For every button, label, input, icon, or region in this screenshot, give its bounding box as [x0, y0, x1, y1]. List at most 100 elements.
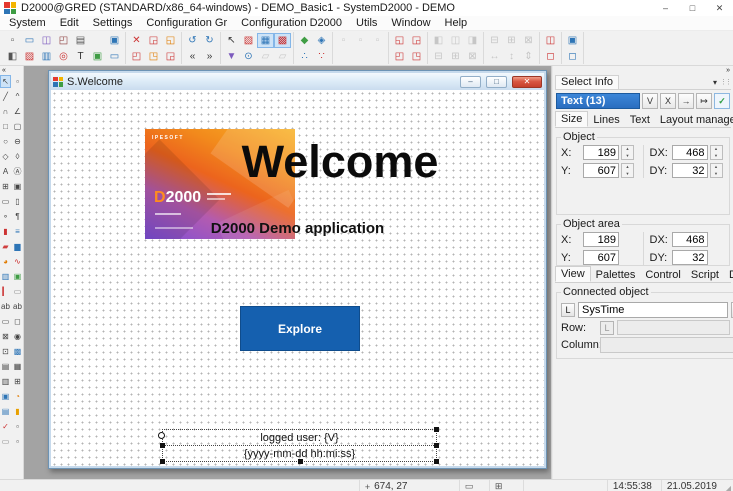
tool-scheduler[interactable]: ◔ [12, 390, 23, 403]
explore-button[interactable]: Explore [240, 306, 360, 351]
tool-pie[interactable]: ∠ [12, 105, 23, 118]
selected-object-name[interactable]: Text (13) [556, 93, 640, 109]
object-y-input[interactable] [583, 163, 619, 178]
menu-item-configuration-gr[interactable]: Configuration Gr [139, 16, 234, 31]
object-structure-button[interactable]: ◈ [313, 33, 330, 48]
move-forward-button[interactable]: ◰ [391, 49, 408, 64]
stretch-button[interactable]: ⇕ [520, 49, 537, 64]
snap-to-grid-button[interactable]: ▩ [274, 33, 291, 48]
connected-object-input[interactable] [578, 302, 728, 318]
last-object-button[interactable]: ↦ [696, 93, 712, 109]
tab-text[interactable]: Text [625, 113, 655, 127]
selection-style-button[interactable]: ◻ [564, 49, 581, 64]
welcome-heading[interactable]: Welcome [195, 136, 485, 188]
tool-push-button[interactable]: ⊡ [0, 345, 11, 358]
selection-handle[interactable] [434, 443, 439, 448]
tool-text-entry-alt[interactable]: ab [12, 300, 23, 313]
tool-color-strip[interactable]: ▰ [0, 240, 11, 253]
align-right-button[interactable]: ◨ [464, 33, 481, 48]
forward-button[interactable]: » [201, 49, 218, 64]
tool-radio-button[interactable]: ◉ [12, 330, 23, 343]
redo-button[interactable]: ↻ [201, 33, 218, 48]
tool-xy-graph[interactable]: ∿ [12, 255, 23, 268]
object-dx-input[interactable] [672, 145, 708, 160]
paste-back-button[interactable]: ◳ [145, 49, 162, 64]
clear-selection-button[interactable]: X [660, 93, 676, 109]
next-object-button[interactable]: → [678, 93, 694, 109]
spin-down-icon[interactable]: ▼ [622, 153, 633, 160]
paste-special-button[interactable]: ◲ [162, 49, 179, 64]
picture-restore-button[interactable]: □ [486, 76, 507, 88]
resize-grip-icon[interactable]: ◢ [725, 484, 733, 491]
l-button[interactable]: L [561, 303, 575, 317]
tool-alarm-list[interactable]: ≡ [12, 225, 23, 238]
drawing-canvas[interactable]: IPESOFT D2000 Welcome D2000 Demo applica… [51, 90, 544, 466]
minimize-button[interactable]: – [652, 0, 679, 16]
save-all-button[interactable]: ◰ [55, 33, 72, 48]
align-center-button[interactable]: ◫ [447, 33, 464, 48]
eraser-button[interactable]: ▱ [257, 49, 274, 64]
object-dy-input[interactable] [672, 163, 708, 178]
same-size-button[interactable]: ⊠ [520, 33, 537, 48]
spin-down-icon[interactable]: ▼ [711, 171, 722, 178]
menu-item-system[interactable]: System [2, 16, 53, 31]
object-y-spinner[interactable]: ▲▼ [621, 163, 634, 178]
tool-histogram[interactable]: ▆ [12, 240, 23, 253]
object-dx-spinner[interactable]: ▲▼ [710, 145, 723, 160]
tool-display[interactable]: ▭ [0, 315, 11, 328]
maximize-button[interactable]: □ [679, 0, 706, 16]
select-region-button[interactable]: ▧ [240, 33, 257, 48]
stretch-v-button[interactable]: ↕ [503, 49, 520, 64]
tool-point[interactable]: ∘ [0, 210, 11, 223]
tool-line[interactable]: ╱ [0, 90, 11, 103]
tile-windows-button[interactable]: ▥ [38, 49, 55, 64]
tool-button[interactable]: ▭ [0, 195, 11, 208]
ungroup-button[interactable]: ▫ [352, 33, 369, 48]
object-x-input[interactable] [583, 145, 619, 160]
same-height-button[interactable]: ⊞ [503, 33, 520, 48]
tool-table[interactable]: ⊞ [0, 180, 11, 193]
selection-handle[interactable] [160, 443, 165, 448]
tool-group-box[interactable]: ▯ [12, 195, 23, 208]
pointer-mode-button[interactable]: ↖ [223, 33, 240, 48]
menu-item-settings[interactable]: Settings [86, 16, 140, 31]
tool-bar-indicator[interactable]: ▮ [0, 225, 11, 238]
tool-report[interactable]: ▤ [0, 405, 11, 418]
distribute-v-button[interactable]: ⊞ [447, 49, 464, 64]
move-backward-button[interactable]: ◳ [408, 49, 425, 64]
tool-matrix[interactable]: ▩ [12, 345, 23, 358]
frame-flip-button[interactable]: ◻ [542, 49, 559, 64]
selection-handle[interactable] [160, 459, 165, 464]
picture-minimize-button[interactable]: – [460, 76, 481, 88]
tool-marker[interactable]: ✓ [0, 420, 11, 433]
tool-pointer[interactable]: ↖ [0, 75, 11, 88]
distribute-button[interactable]: ⊠ [464, 49, 481, 64]
tab-script[interactable]: Script [686, 268, 724, 282]
tool-checkbox[interactable]: ⊠ [0, 330, 11, 343]
align-left-button[interactable]: ◧ [430, 33, 447, 48]
tool-thermometer[interactable]: ▎ [0, 285, 11, 298]
target-button[interactable]: ◎ [55, 49, 72, 64]
connect-mode-button[interactable]: ◆ [296, 33, 313, 48]
tool-picture[interactable]: ▣ [12, 270, 23, 283]
open-picture-button[interactable]: ▭ [21, 33, 38, 48]
stretch-h-button[interactable]: ↔ [486, 49, 503, 64]
tool-misc[interactable]: ▫ [12, 420, 23, 433]
same-width-button[interactable]: ⊟ [486, 33, 503, 48]
tab-layout-manager[interactable]: Layout manager [655, 113, 733, 127]
workbook-button[interactable]: ◧ [4, 49, 21, 64]
tool-select-area[interactable]: ▫ [12, 75, 23, 88]
show-grid-button[interactable]: ▦ [257, 33, 274, 48]
palette-pin-icon[interactable]: « [0, 66, 5, 75]
picture-close-button[interactable]: ✕ [512, 76, 542, 88]
logged-user-text[interactable]: logged user: {V} [163, 430, 436, 446]
new-picture-button[interactable]: ▫ [4, 33, 21, 48]
tool-window[interactable]: ▣ [12, 180, 23, 193]
subtitle-text[interactable]: D2000 Demo application [51, 220, 544, 237]
send-to-back-button[interactable]: ◲ [408, 33, 425, 48]
value-button[interactable]: V [642, 93, 658, 109]
tool-grid-table[interactable]: ⊞ [12, 375, 23, 388]
cut-button[interactable]: ✕ [128, 33, 145, 48]
spin-down-icon[interactable]: ▼ [622, 171, 633, 178]
selection-handle[interactable] [434, 427, 439, 432]
